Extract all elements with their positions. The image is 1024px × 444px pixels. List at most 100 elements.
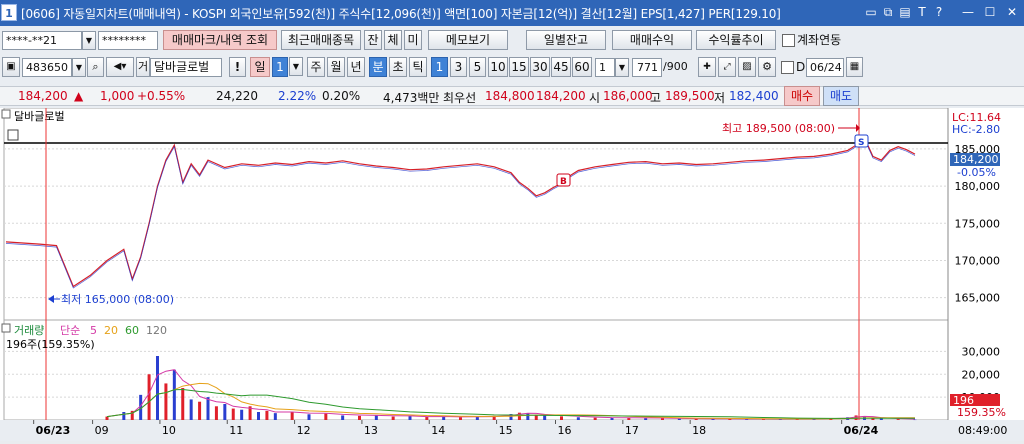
period-week-button[interactable]: 주 [307,57,325,77]
volume-bar [576,417,580,420]
recent-items-button[interactable]: 최근매매종목 [281,30,361,50]
sell-button[interactable]: 매도 [823,86,859,106]
stock-code-dropdown-icon[interactable]: ▼ [72,58,86,77]
volume-bar [206,397,210,420]
price-chart[interactable]: 달바글로벌 최고 189,500 (08:00) 최저 165,000 (08:… [0,107,1024,441]
minute-45-button[interactable]: 45 [551,57,571,77]
period-count-dropdown-icon[interactable]: ▼ [289,57,303,76]
unfilled-button[interactable]: 미 [404,30,422,50]
date-checkbox[interactable] [781,61,794,74]
volume-bar [459,417,462,420]
gear-label-button[interactable]: 거 [136,57,150,77]
crosshair-icon[interactable]: ✚ [698,57,716,77]
minute-15-button[interactable]: 15 [509,57,529,77]
minute-3-button[interactable]: 3 [450,57,467,77]
minute-30-button[interactable]: 30 [530,57,550,77]
close-icon[interactable]: ✕ [1005,5,1019,20]
settings-icon[interactable]: ⚙ [758,57,776,77]
period-minute-button[interactable]: 분 [369,57,387,77]
best-quote-label: 최우선 [443,91,477,105]
minute-1-button[interactable]: 1 [431,57,448,77]
maximize-icon[interactable]: ☐ [983,5,997,20]
floppy-icon[interactable]: ▨ [738,57,756,77]
volume-bar [358,415,361,420]
calendar-icon[interactable]: ▦ [846,57,863,77]
time-tick-label: 06/24 [844,424,879,437]
volume-pct: 2.22% [278,89,317,103]
period-second-button[interactable]: 초 [389,57,407,77]
balance-button[interactable]: 잔 [364,30,382,50]
volume-bar [240,409,244,420]
search-icon[interactable]: ⌕ [87,57,104,77]
low-label: 저 [714,91,726,105]
period-month-button[interactable]: 월 [327,57,345,77]
minute-10-button[interactable]: 10 [488,57,508,77]
time-tick-label: 18 [692,424,706,437]
time-tick-label: 15 [499,424,513,437]
memo-button[interactable]: 메모보기 [428,30,508,50]
volume-bar [257,412,260,420]
change-pct: +0.55% [137,89,186,103]
chart-area[interactable]: 달바글로벌 최고 189,500 (08:00) 최저 165,000 (08:… [0,107,1024,441]
minimize-icon[interactable]: — [961,5,975,20]
best-bid: 184,200 [536,89,586,103]
buy-button[interactable]: 매수 [784,86,820,106]
time-tick-label: 10 [162,424,176,437]
volume-bar [526,413,530,420]
grid-icon[interactable] [7,129,19,141]
unit-dropdown-icon[interactable]: ▼ [615,58,629,77]
low-price: 182,400 [729,89,779,103]
stock-toolbar: ▣ 483650 ▼ ⌕ ◀▾ 거 달바글로벌 ! 일 1 ▼ 주 월 년 분 … [0,57,1024,81]
current-price: 184,200 [18,89,68,103]
voice-icon[interactable]: ◀▾ [106,57,134,77]
price-tick-label: 170,000 [955,254,1001,267]
window-number-badge[interactable]: 1 [1,4,17,21]
copy-icon[interactable]: ⧉ [881,5,895,20]
count-input[interactable]: 771 [632,58,662,77]
volume-bar [324,413,328,420]
password-input[interactable]: ******** [98,31,158,50]
window-title: [0606] 자동일지차트(매매내역) - KOSPI 외국인보유[592(천)… [21,7,781,21]
volume-current-pct: 159.35% [957,406,1006,419]
trade-profit-button[interactable]: 매매수익 [612,30,692,50]
stock-code-input[interactable]: 483650 [22,58,72,77]
filled-button[interactable]: 체 [384,30,402,50]
chart-type-icon[interactable]: ▣ [2,57,20,77]
time-readout: 08:49:00 [958,424,1007,437]
text-icon[interactable]: T [915,5,929,20]
current-pct-tag: -0.05% [957,166,996,179]
price-pane [3,107,949,321]
return-trend-button[interactable]: 수익률추이 [696,30,776,50]
volume-bar [265,410,269,420]
account-select[interactable]: ****-**21 [2,31,82,50]
save-icon[interactable]: ▤ [898,5,912,20]
period-day-count[interactable]: 1 [272,57,288,77]
volume-bar [223,404,227,420]
alert-icon[interactable]: ! [229,57,246,77]
account-dropdown-icon[interactable]: ▼ [82,31,96,50]
high-annotation: 최고 189,500 (08:00) [722,122,835,135]
volume-bar [896,419,900,420]
ma20-label: 20 [104,324,118,337]
volume-bar [661,418,664,420]
period-year-button[interactable]: 년 [347,57,365,77]
change-arrow: ▲ [74,89,84,103]
account-link-checkbox[interactable] [782,34,795,47]
unit-input[interactable]: 1 [595,58,615,77]
minute-60-button[interactable]: 60 [572,57,592,77]
period-tick-button[interactable]: 틱 [409,57,427,77]
time-tick-label: 13 [364,424,378,437]
price-strip: 184,200 ▲ 1,000 +0.55% 24,220 2.22% 0.20… [0,86,1024,106]
minute-5-button[interactable]: 5 [469,57,486,77]
restore-icon[interactable]: ▭ [864,5,878,20]
date-input[interactable]: 06/24 [806,58,844,77]
period-day-button[interactable]: 일 [250,57,270,77]
help-icon[interactable]: ? [932,5,946,20]
trade-mark-query-button[interactable]: 매매마크/내역 조회 [163,30,277,50]
draw-line-icon[interactable]: ⤢ [718,57,736,77]
volume-bar [290,412,294,420]
time-tick-label: 06/23 [36,424,71,437]
chart-window: 1 [0606] 자동일지차트(매매내역) - KOSPI 외국인보유[592(… [0,0,1024,441]
volume-bar [198,401,202,420]
daily-balance-button[interactable]: 일별잔고 [526,30,606,50]
